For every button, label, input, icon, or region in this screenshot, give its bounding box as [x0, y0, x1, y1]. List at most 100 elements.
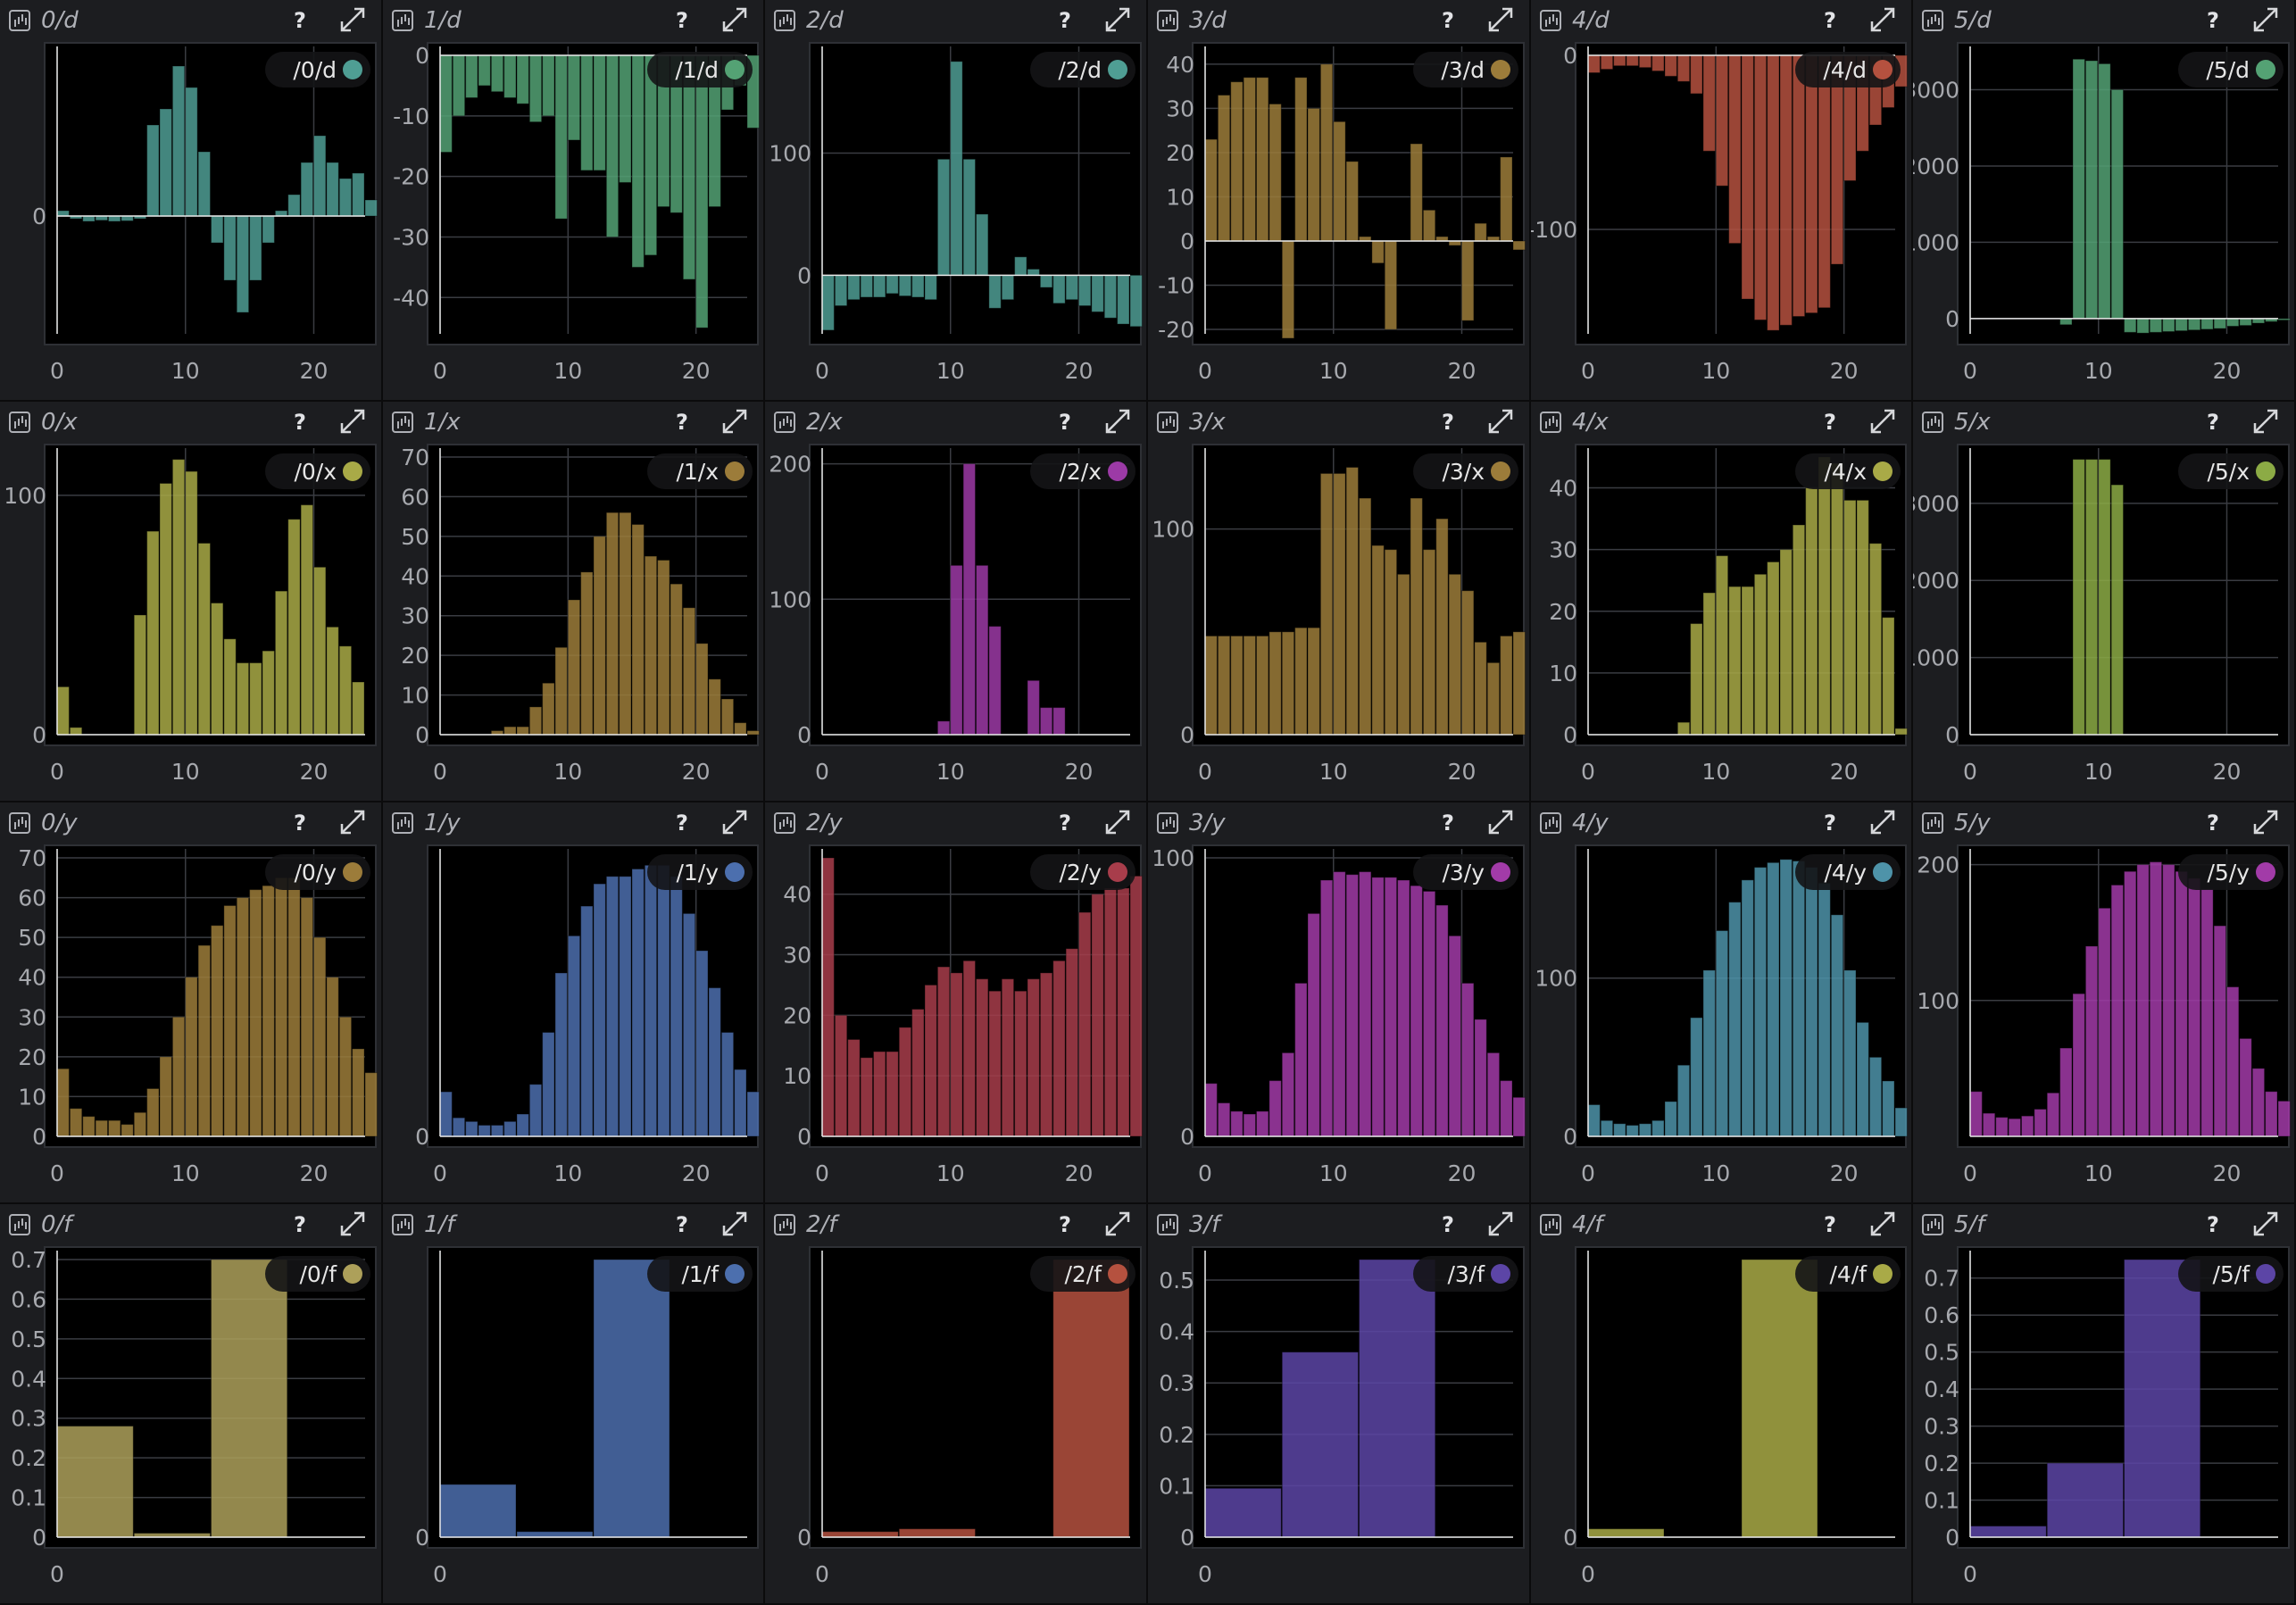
bar	[542, 54, 555, 117]
x-tick-label: 20	[1448, 1160, 1477, 1186]
y-tick-label: 0.3	[1924, 1414, 1959, 1440]
bar	[236, 662, 250, 736]
chart-svg: 0 -10 -20 -30 -40 0 10 20/1/d	[393, 42, 760, 384]
bar	[936, 966, 951, 1137]
bar	[720, 1032, 735, 1137]
bar	[1129, 274, 1143, 328]
chart-panel: 5/x?300020001000001020/5/x	[1913, 402, 2296, 802]
bar	[1500, 635, 1513, 736]
bar	[631, 54, 645, 268]
bar	[1779, 859, 1793, 1137]
bar	[197, 543, 211, 736]
chart-svg: 40 30 20 10 00 10 20/2/y	[783, 844, 1143, 1186]
bar	[936, 158, 951, 276]
y-tick-label: 0	[1180, 1124, 1194, 1150]
y-tick-label: 70	[18, 845, 46, 871]
y-tick-label: 100	[1152, 845, 1194, 871]
bar	[121, 215, 134, 221]
bar	[1230, 1110, 1244, 1137]
bar	[2187, 318, 2201, 331]
bar	[1830, 462, 1844, 736]
bar	[1613, 1123, 1626, 1137]
bar	[223, 215, 237, 281]
x-tick-label: 20	[1065, 759, 1094, 785]
y-tick-label: 0.3	[1159, 1370, 1194, 1396]
legend-swatch	[725, 462, 745, 481]
bar	[1767, 54, 1780, 331]
bar	[1294, 982, 1308, 1137]
y-tick-label: 0.7	[11, 1247, 46, 1273]
bar	[567, 935, 581, 1137]
bar	[1256, 635, 1269, 736]
bar	[1969, 1526, 2047, 1538]
y-tick-label: 0.2	[1924, 1451, 1959, 1476]
bar	[911, 1009, 925, 1137]
bar	[1882, 617, 1895, 736]
x-tick-label: 0	[433, 1561, 447, 1587]
bar	[2084, 60, 2099, 320]
x-tick-label: 0	[1581, 1160, 1595, 1186]
legend-label: /0/y	[294, 860, 337, 886]
bar	[1728, 54, 1742, 245]
bar	[2277, 1100, 2291, 1137]
bar	[1843, 969, 1857, 1137]
x-tick-label: 10	[1319, 759, 1348, 785]
bar	[657, 864, 670, 1137]
bar	[605, 876, 620, 1137]
bar	[2187, 877, 2201, 1137]
x-tick-label: 10	[1701, 358, 1730, 384]
chart-panel: 3/d? 40 30 20 10 0 -10 -20 0 10 20/3/d	[1148, 0, 1531, 402]
x-tick-label: 10	[936, 358, 965, 384]
bar	[262, 215, 275, 244]
bar	[631, 868, 645, 1137]
x-tick-label: 0	[1963, 1561, 1977, 1587]
y-tick-label: 0.4	[11, 1366, 46, 1392]
bar	[670, 876, 683, 1137]
chart-svg: 00 10 20/1/y	[415, 844, 760, 1186]
bar	[2059, 318, 2073, 326]
bar	[1461, 982, 1475, 1137]
bar	[439, 1484, 517, 1538]
legend-label: /5/y	[2207, 860, 2250, 886]
legend-swatch	[1873, 1264, 1893, 1284]
y-tick-label: 0	[415, 1124, 429, 1150]
bar	[503, 54, 517, 98]
bar	[1741, 586, 1754, 736]
y-tick-label: 100	[769, 140, 811, 166]
bar	[1333, 472, 1346, 736]
chart-svg: 200 100 00 10 20/2/x	[769, 444, 1142, 785]
bar	[1500, 156, 1513, 242]
bar	[1359, 497, 1372, 736]
bar	[1690, 1017, 1703, 1137]
bar	[95, 1119, 108, 1137]
bar	[670, 583, 683, 736]
bar	[352, 681, 365, 736]
bar	[1384, 877, 1398, 1137]
y-tick-label: -10	[1158, 273, 1194, 299]
bar	[490, 54, 504, 93]
bar	[1779, 54, 1793, 326]
bar	[1345, 467, 1359, 736]
bar	[886, 274, 899, 295]
legend-label: /3/d	[1441, 57, 1485, 83]
bar	[734, 1069, 747, 1137]
bar	[924, 274, 937, 301]
bar	[1027, 679, 1040, 736]
y-tick-label: 0	[32, 722, 46, 748]
bar	[2084, 945, 2099, 1137]
bar	[847, 274, 861, 301]
y-tick-label: 0	[415, 722, 429, 748]
bar	[326, 626, 339, 736]
bar	[1894, 1107, 1908, 1137]
bar	[821, 274, 835, 331]
bar	[313, 936, 327, 1137]
legend-label: /4/d	[1823, 57, 1867, 83]
bar	[1001, 978, 1015, 1137]
bar	[1204, 1083, 1218, 1137]
bar	[1741, 54, 1754, 300]
legend-label: /2/d	[1058, 57, 1102, 83]
bar	[1078, 911, 1092, 1137]
bar	[133, 614, 147, 736]
y-tick-label: 50	[401, 524, 429, 550]
bar	[2277, 318, 2291, 321]
